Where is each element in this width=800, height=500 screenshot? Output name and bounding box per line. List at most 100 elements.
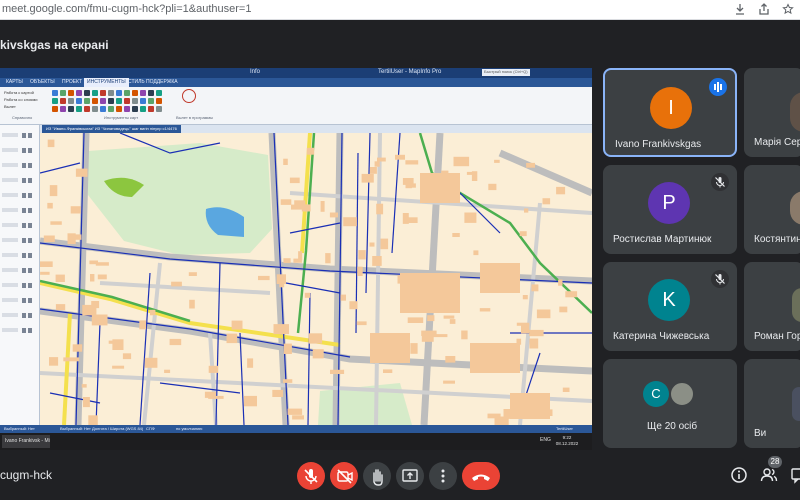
- participant-tile[interactable]: I Ivano Frankivskgas: [603, 68, 737, 157]
- layer-row[interactable]: [2, 283, 18, 287]
- ribbon-tool-icon[interactable]: [100, 106, 106, 112]
- ribbon-tool-icon[interactable]: [116, 90, 122, 96]
- layer-visibility-icon[interactable]: [22, 148, 36, 153]
- self-tile[interactable]: Ви: [744, 359, 800, 448]
- layer-row[interactable]: [2, 328, 18, 332]
- window-search-box[interactable]: Быстрый поиск (Ctrl+Q): [482, 69, 530, 76]
- ribbon-tool-icon[interactable]: [132, 98, 138, 104]
- participant-tile[interactable]: Марія Сері: [744, 68, 800, 157]
- ribbon-tool-icon[interactable]: [108, 90, 114, 96]
- ribbon-tool-icon[interactable]: [148, 106, 154, 112]
- ribbon-tab[interactable]: ОБЪЕКТЫ: [30, 79, 55, 85]
- meeting-info-button[interactable]: [730, 466, 748, 484]
- mic-toggle-button[interactable]: [297, 462, 325, 490]
- layer-visibility-icon[interactable]: [22, 178, 36, 183]
- share-icon[interactable]: [758, 3, 770, 16]
- ribbon-tool-icon[interactable]: [68, 106, 74, 112]
- chat-button[interactable]: [790, 466, 800, 484]
- ribbon-tool-icon[interactable]: [76, 90, 82, 96]
- layer-visibility-icon[interactable]: [22, 208, 36, 213]
- ribbon-tool-icon[interactable]: [92, 90, 98, 96]
- layer-row[interactable]: [2, 148, 18, 152]
- ribbon-tool-icon[interactable]: [52, 90, 58, 96]
- ribbon-tab[interactable]: ПРОЕКТ: [62, 79, 82, 85]
- camera-toggle-button[interactable]: [330, 462, 358, 490]
- layer-visibility-icon[interactable]: [22, 238, 36, 243]
- map-document-tab[interactable]: ИЗ "Ивано-Франківськгаз" ИЗ "Чинатовидец…: [42, 125, 181, 133]
- ribbon-tab[interactable]: ПОДДЕРЖКА: [146, 79, 178, 85]
- layer-row[interactable]: [2, 178, 18, 182]
- present-now-button[interactable]: [396, 462, 424, 490]
- ribbon-tool-icon[interactable]: [124, 98, 130, 104]
- star-icon[interactable]: [782, 3, 794, 16]
- participant-tile[interactable]: Костянтин: [744, 165, 800, 254]
- more-participants-tile[interactable]: C Ще 20 осіб: [603, 359, 737, 448]
- ribbon-tool-icon[interactable]: [52, 98, 58, 104]
- city-map[interactable]: [40, 133, 592, 425]
- ribbon-tab[interactable]: КАРТЫ: [6, 79, 23, 85]
- ribbon-tool-icon[interactable]: [148, 90, 154, 96]
- ribbon-tool-icon[interactable]: [84, 106, 90, 112]
- browser-url-bar[interactable]: meet.google.com/fmu-cugm-hck?pli=1&authu…: [0, 0, 800, 20]
- exit-program-icon[interactable]: [182, 89, 196, 103]
- layer-visibility-icon[interactable]: [22, 133, 36, 138]
- ribbon-tab[interactable]: СТИЛЬ: [128, 79, 145, 85]
- ribbon-tool-icon[interactable]: [156, 98, 162, 104]
- ribbon-tool-icon[interactable]: [68, 98, 74, 104]
- ribbon-tool-icon[interactable]: [60, 106, 66, 112]
- layer-visibility-icon[interactable]: [22, 298, 36, 303]
- ribbon-tool-icon[interactable]: [68, 90, 74, 96]
- people-button[interactable]: [760, 466, 778, 484]
- layer-visibility-icon[interactable]: [22, 328, 36, 333]
- layer-row[interactable]: [2, 313, 18, 317]
- layer-row[interactable]: [2, 193, 18, 197]
- layer-row[interactable]: [2, 298, 18, 302]
- layer-row[interactable]: [2, 238, 18, 242]
- ribbon-tool-icon[interactable]: [140, 90, 146, 96]
- layer-visibility-icon[interactable]: [22, 268, 36, 273]
- ribbon-tool-icon[interactable]: [84, 90, 90, 96]
- ribbon-tab-active[interactable]: ИНСТРУМЕНТЫ: [84, 78, 129, 87]
- ribbon-tool-icon[interactable]: [132, 90, 138, 96]
- layer-visibility-icon[interactable]: [22, 283, 36, 288]
- taskbar-app[interactable]: Ivano Frankivsk - Mi...: [2, 435, 50, 448]
- layer-row[interactable]: [2, 223, 18, 227]
- ribbon-tool-icon[interactable]: [108, 106, 114, 112]
- ribbon-tool-icon[interactable]: [100, 90, 106, 96]
- url-text[interactable]: meet.google.com/fmu-cugm-hck?pli=1&authu…: [2, 3, 251, 15]
- ribbon-tool-icon[interactable]: [92, 98, 98, 104]
- layer-item[interactable]: Работа со слоями: [4, 96, 50, 103]
- layer-item[interactable]: Работа с картой: [4, 89, 50, 96]
- ribbon-tool-icon[interactable]: [124, 106, 130, 112]
- ribbon-tool-icon[interactable]: [156, 90, 162, 96]
- ribbon-tool-icon[interactable]: [132, 106, 138, 112]
- ribbon-tool-icon[interactable]: [60, 90, 66, 96]
- ribbon-tool-icon[interactable]: [84, 98, 90, 104]
- raise-hand-button[interactable]: [363, 462, 391, 490]
- ribbon-tool-icon[interactable]: [140, 98, 146, 104]
- ribbon-tool-icon[interactable]: [108, 98, 114, 104]
- ribbon-tool-icon[interactable]: [116, 106, 122, 112]
- end-call-button[interactable]: [462, 462, 500, 490]
- participant-tile[interactable]: P Ростислав Мартинюк: [603, 165, 737, 254]
- layer-item[interactable]: Вылет: [4, 103, 50, 110]
- ribbon-tool-icon[interactable]: [76, 106, 82, 112]
- ribbon-tool-icon[interactable]: [100, 98, 106, 104]
- participant-tile[interactable]: Роман Гор: [744, 262, 800, 351]
- ribbon-tool-icon[interactable]: [92, 106, 98, 112]
- layer-row[interactable]: [2, 133, 18, 137]
- ribbon-tool-icon[interactable]: [124, 90, 130, 96]
- ribbon-tool-icon[interactable]: [60, 98, 66, 104]
- ribbon-tool-icon[interactable]: [140, 106, 146, 112]
- layer-visibility-icon[interactable]: [22, 313, 36, 318]
- ribbon-tool-icon[interactable]: [116, 98, 122, 104]
- layer-visibility-icon[interactable]: [22, 223, 36, 228]
- layer-row[interactable]: [2, 253, 18, 257]
- ribbon-tool-icon[interactable]: [156, 106, 162, 112]
- participant-tile[interactable]: K Катерина Чижевська: [603, 262, 737, 351]
- layer-visibility-icon[interactable]: [22, 253, 36, 258]
- layer-visibility-icon[interactable]: [22, 163, 36, 168]
- more-options-button[interactable]: [429, 462, 457, 490]
- layer-row[interactable]: [2, 208, 18, 212]
- ribbon-tool-icon[interactable]: [52, 106, 58, 112]
